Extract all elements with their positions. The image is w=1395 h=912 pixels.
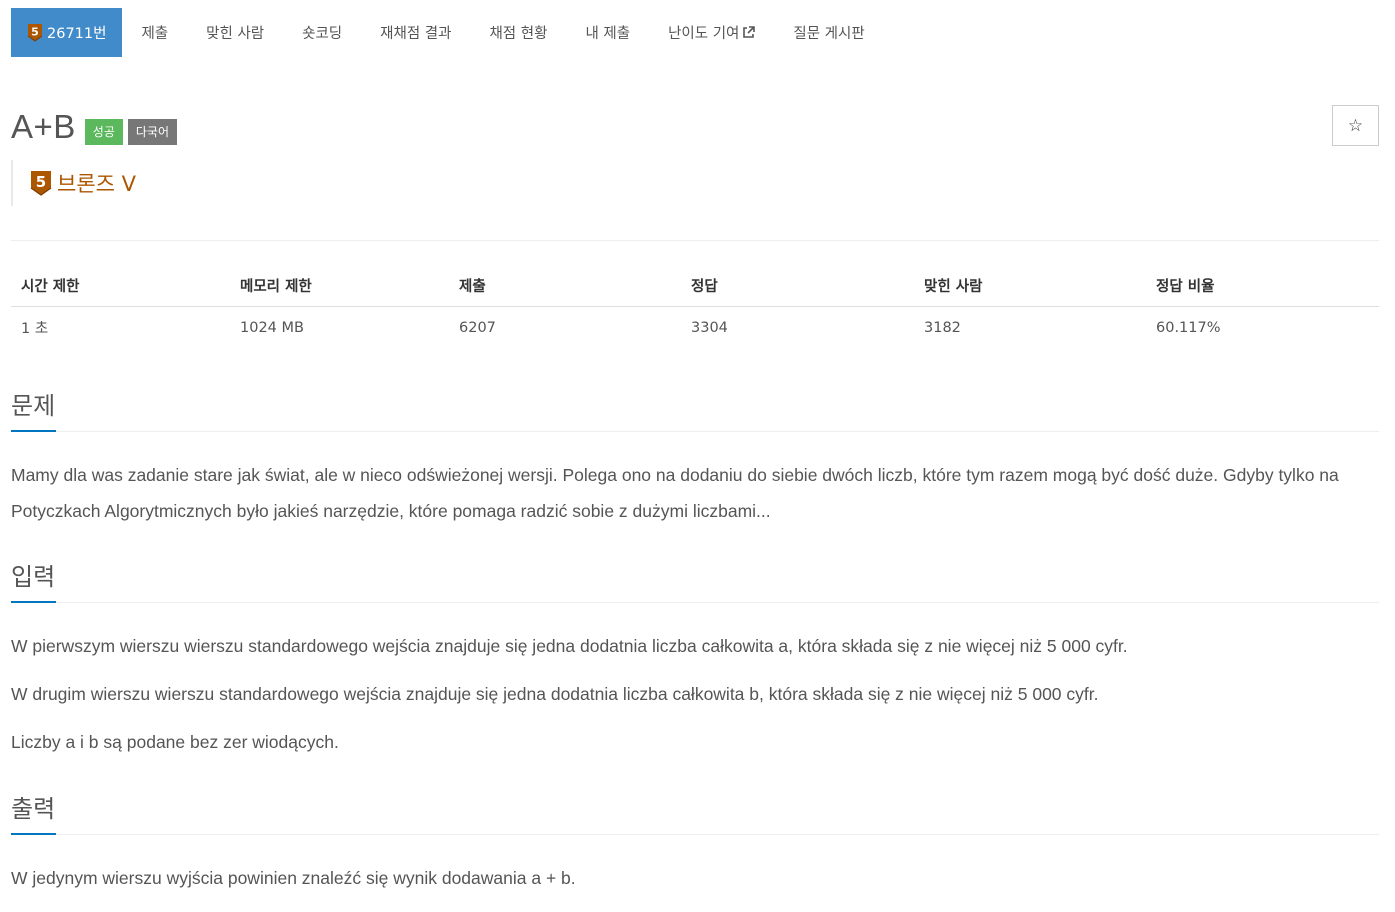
header-accept-ratio: 정답 비율 (1146, 266, 1379, 307)
header-submissions: 제출 (449, 266, 681, 307)
tier-name: 브론즈 V (57, 172, 137, 196)
input-paragraph: Liczby a i b są podane bez zer wiodących… (11, 732, 339, 752)
output-heading: 출력 (11, 791, 57, 835)
problem-description: Mamy dla was zadanie stare jak świat, al… (11, 457, 1379, 529)
header-solvers: 맞힌 사람 (914, 266, 1146, 307)
favorite-star-button[interactable]: ☆ (1332, 105, 1379, 146)
nav-submit[interactable]: 제출 (122, 8, 187, 57)
input-paragraph: W pierwszym wierszu wierszu standardoweg… (11, 636, 1128, 656)
input-section: 입력 W pierwszym wierszu wierszu standardo… (11, 559, 1379, 772)
nav-short-coding[interactable]: 숏코딩 (283, 8, 361, 57)
svg-text:5: 5 (31, 26, 39, 39)
multilang-badge: 다국어 (127, 119, 178, 145)
table-header-row: 시간 제한 메모리 제한 제출 정답 맞힌 사람 정답 비율 (11, 266, 1379, 307)
nav-problem-number-label: 26711번 (47, 26, 107, 42)
solvers-value: 3182 (924, 319, 961, 336)
header-accepted: 정답 (681, 266, 914, 307)
table-row: 1 초 1024 MB 6207 3304 3182 60.117% (11, 306, 1379, 349)
divider (11, 240, 1379, 241)
nav-solvers[interactable]: 맞힌 사람 (187, 8, 283, 57)
accepted-value: 3304 (691, 319, 728, 336)
input-description: W pierwszym wierszu wierszu standardoweg… (11, 628, 1379, 760)
header-memory-limit: 메모리 제한 (230, 266, 449, 307)
memory-limit-value: 1024 MB (240, 319, 304, 336)
star-icon: ☆ (1347, 115, 1364, 136)
problem-info-table: 시간 제한 메모리 제한 제출 정답 맞힌 사람 정답 비율 1 초 1024 … (11, 266, 1379, 349)
header-time-limit: 시간 제한 (11, 266, 230, 307)
nav-my-submissions[interactable]: 내 제출 (566, 8, 649, 57)
problem-tier: 5 브론즈 V (11, 160, 136, 206)
time-limit-value: 1 초 (21, 321, 49, 338)
success-badge: 성공 (84, 119, 123, 145)
problem-paragraph: Mamy dla was zadanie stare jak świat, al… (11, 465, 1339, 521)
bronze-tier-icon: 5 (30, 170, 52, 196)
input-paragraph: W drugim wierszu wierszu standardowego w… (11, 684, 1099, 704)
problem-description-section: 문제 Mamy dla was zadanie stare jak świat,… (11, 388, 1379, 541)
nav-problem-number[interactable]: 5 26711번 (11, 8, 123, 57)
section-header: 출력 (11, 791, 1379, 835)
problem-title: A+B (11, 108, 76, 145)
section-header: 문제 (11, 388, 1379, 432)
submissions-value: 6207 (459, 319, 496, 336)
output-section: 출력 W jedynym wierszu wyjścia powinien zn… (11, 791, 1379, 908)
accept-ratio-value: 60.117% (1156, 319, 1221, 336)
output-paragraph: W jedynym wierszu wyjścia powinien znale… (11, 868, 576, 888)
section-header: 입력 (11, 559, 1379, 603)
problem-title-row: A+B 성공 다국어 (11, 106, 178, 148)
problem-heading: 문제 (11, 388, 57, 432)
external-link-icon (742, 26, 756, 39)
svg-text:5: 5 (36, 173, 46, 191)
nav-judge-status[interactable]: 채점 현황 (470, 8, 566, 57)
output-description: W jedynym wierszu wyjścia powinien znale… (11, 860, 1379, 896)
problem-nav: 5 26711번 제출 맞힌 사람 숏코딩 재채점 결과 채점 현황 내 제출 … (11, 8, 884, 57)
nav-difficulty-contribution[interactable]: 난이도 기여 (649, 8, 774, 57)
nav-rejudge-results[interactable]: 재채점 결과 (361, 8, 470, 57)
input-heading: 입력 (11, 559, 57, 603)
nav-question-board[interactable]: 질문 게시판 (774, 8, 883, 57)
bronze-tier-icon: 5 (27, 23, 43, 42)
